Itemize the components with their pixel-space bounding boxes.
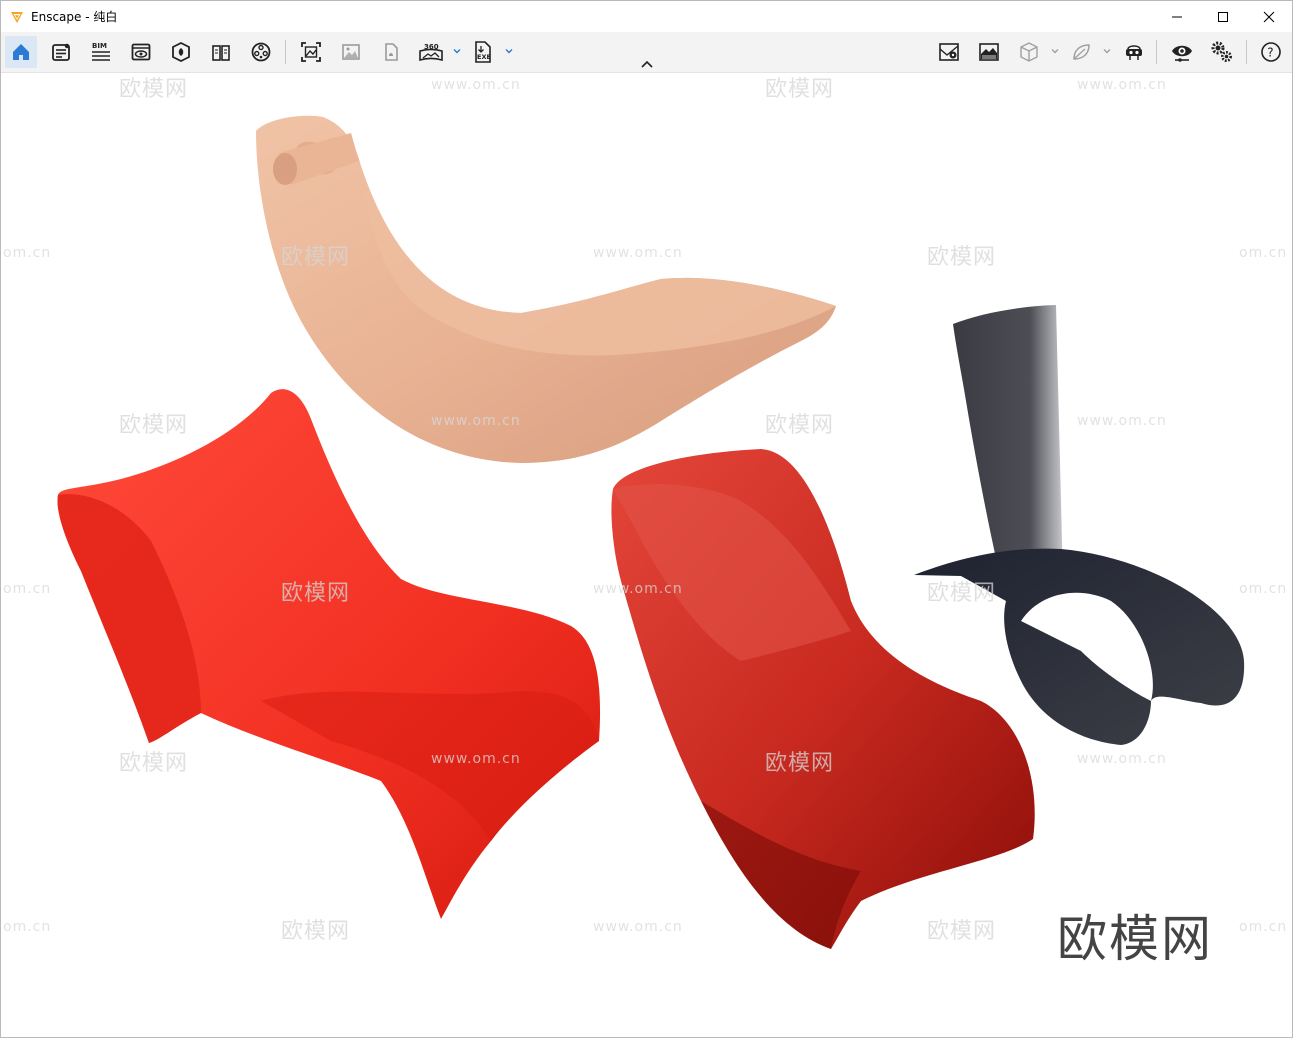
asset-library-button[interactable] (165, 36, 197, 68)
watermark-url: www.om.cn (431, 413, 521, 429)
vr-headset-button[interactable] (1118, 36, 1150, 68)
view-management-button[interactable] (125, 36, 157, 68)
site-context-button[interactable] (933, 36, 965, 68)
window-controls (1154, 1, 1292, 32)
wooden-lounger (256, 115, 836, 464)
watermark-url: www.om.cn (431, 77, 521, 93)
watermark-url: www.om.cn (593, 245, 683, 261)
window-title: Enscape - 纯白 (31, 10, 118, 24)
notes-button[interactable] (45, 36, 77, 68)
bim-icon: BIM (92, 42, 110, 61)
panorama-dropdown-chevron-down-icon[interactable] (452, 46, 462, 56)
materials-button[interactable] (205, 36, 237, 68)
watermark-url: om.cn (3, 919, 52, 935)
view-management-icon (131, 43, 151, 61)
watermark-text: 欧模网 (765, 413, 835, 438)
watermark-url: www.om.cn (1077, 77, 1167, 93)
screenshot-button[interactable] (295, 36, 327, 68)
watermark-url: om.cn (3, 245, 52, 261)
exe-export-button[interactable]: EXE (467, 36, 499, 68)
watermark-text: 欧模网 (281, 919, 351, 944)
bim-button[interactable]: BIM (85, 36, 117, 68)
watermark-text: 欧模网 (927, 245, 997, 270)
view-cube-button[interactable] (1013, 36, 1045, 68)
svg-text:EXE: EXE (477, 53, 491, 61)
svg-text:?: ? (1267, 46, 1273, 60)
site-context-icon (939, 43, 959, 61)
atmosphere-icon (979, 43, 999, 61)
video-editor-button[interactable] (245, 36, 277, 68)
watermark-text: 欧模网 (927, 919, 997, 944)
render-scene (57, 115, 1245, 949)
home-icon (13, 44, 29, 60)
watermark-text: 欧模网 (927, 581, 997, 606)
red-lounge-chair-left (57, 389, 601, 919)
exe-export-icon: EXE (475, 41, 491, 63)
batch-render-button[interactable] (335, 36, 367, 68)
watermark-url: www.om.cn (593, 581, 683, 597)
upload-icon (385, 43, 398, 61)
vegetation-icon (1073, 44, 1090, 60)
batch-render-icon (342, 44, 360, 60)
watermark-url: www.om.cn (593, 919, 683, 935)
close-button[interactable] (1246, 1, 1292, 32)
screenshot-icon (301, 42, 321, 62)
watermark-url: om.cn (1239, 919, 1288, 935)
vr-headset-icon (1126, 45, 1142, 60)
visual-settings-button[interactable] (1166, 36, 1198, 68)
watermark-url: www.om.cn (1077, 751, 1167, 767)
visual-settings-icon (1172, 45, 1192, 62)
panorama-button[interactable]: 360 (415, 36, 447, 68)
maximize-icon (1218, 11, 1228, 22)
watermark-url: www.om.cn (1077, 413, 1167, 429)
asset-library-icon (172, 41, 190, 63)
vegetation-chevron-down-icon[interactable] (1102, 46, 1112, 56)
enscape-logo-icon (11, 11, 23, 23)
collapse-toolbar-chevron-up-icon[interactable] (639, 58, 655, 70)
watermark-url: om.cn (1239, 245, 1288, 261)
close-icon (1263, 11, 1275, 22)
watermark-url: www.om.cn (431, 751, 521, 767)
toolbar-separator (1246, 40, 1247, 64)
help-icon: ? (1261, 42, 1281, 62)
render-viewport[interactable]: 欧模网 www.om.cn 欧模网 www.om.cn om.cn 欧模网 ww… (1, 73, 1292, 1037)
watermark-text: 欧模网 (765, 751, 835, 776)
view-cube-chevron-down-icon[interactable] (1050, 46, 1060, 56)
panorama-360-icon: 360 (419, 43, 443, 62)
materials-icon (212, 45, 230, 61)
notes-icon (52, 43, 70, 61)
minimize-button[interactable] (1154, 1, 1200, 32)
maximize-button[interactable] (1200, 1, 1246, 32)
atmosphere-button[interactable] (973, 36, 1005, 68)
help-button[interactable]: ? (1255, 36, 1287, 68)
red-lounge-chair-right (611, 449, 1035, 949)
brand-logo-text: 欧模网 (1057, 910, 1213, 968)
home-button[interactable] (5, 36, 37, 68)
view-cube-icon (1020, 42, 1038, 62)
export-dropdown-chevron-down-icon[interactable] (504, 46, 514, 56)
settings-icon (1211, 41, 1232, 62)
svg-text:BIM: BIM (92, 42, 107, 50)
watermark-text: 欧模网 (119, 413, 189, 438)
watermark-text: 欧模网 (765, 77, 835, 102)
watermark-url: om.cn (3, 581, 52, 597)
title-bar: Enscape - 纯白 (1, 1, 1292, 32)
toolbar-separator (1156, 40, 1157, 64)
watermark-text: 欧模网 (119, 77, 189, 102)
watermark-text: 欧模网 (281, 245, 351, 270)
vegetation-button[interactable] (1065, 36, 1097, 68)
watermark-text: 欧模网 (281, 581, 351, 606)
watermark-text: 欧模网 (119, 751, 189, 776)
settings-button[interactable] (1206, 36, 1238, 68)
enscape-window: Enscape - 纯白 BIM 360 EXE ? 欧模网 www.om.cn… (0, 0, 1293, 1038)
watermark-url: om.cn (1239, 581, 1288, 597)
upload-button[interactable] (375, 36, 407, 68)
toolbar-separator (285, 40, 286, 64)
video-editor-icon (251, 42, 271, 62)
ribbon-chair (914, 305, 1245, 745)
minimize-icon (1172, 16, 1182, 17)
